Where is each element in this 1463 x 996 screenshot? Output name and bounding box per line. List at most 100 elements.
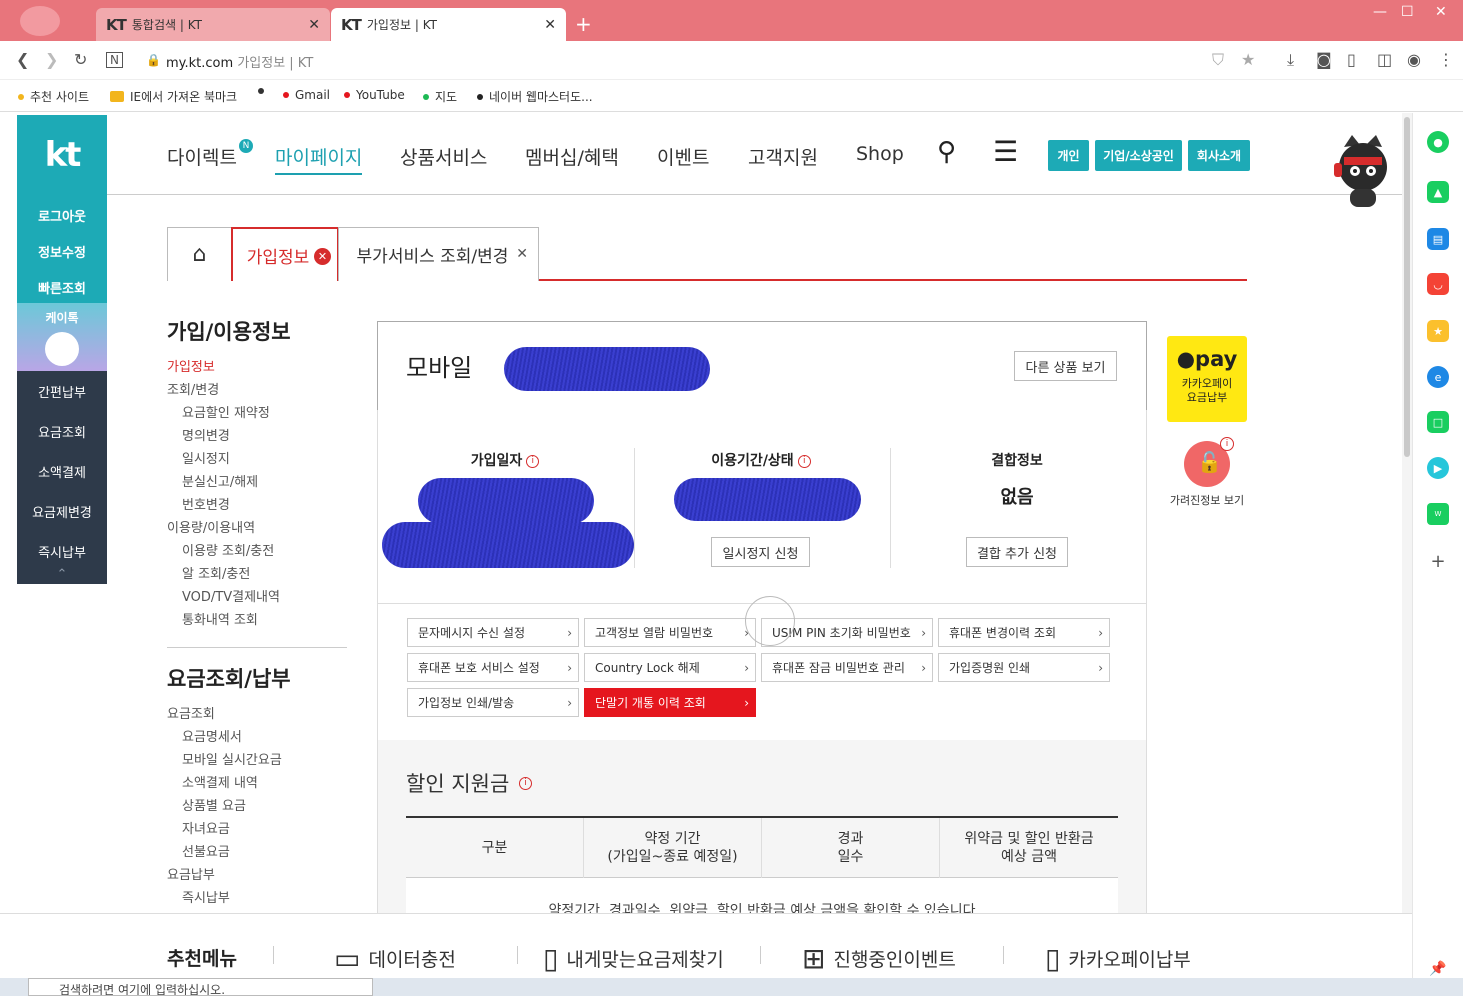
left-menu-item[interactable]: 상품별 요금 — [182, 795, 246, 814]
close-tab-icon[interactable]: ✕ — [314, 248, 331, 265]
bookmark-recommended[interactable]: 추천 사이트 — [18, 88, 89, 105]
add-icon[interactable]: + — [1427, 550, 1449, 572]
kt-logo[interactable]: kt — [17, 115, 107, 195]
left-menu-item[interactable]: 소액결제 내역 — [182, 772, 258, 791]
info-icon[interactable]: i — [797, 454, 811, 468]
browser-tab-search[interactable]: KT 통합검색 | KT ✕ — [96, 8, 330, 41]
info-icon[interactable]: i — [1220, 437, 1234, 451]
bookmark-naver[interactable]: 네이버 웹마스터도... — [477, 88, 593, 105]
nav-membership[interactable]: 멤버십/혜택 — [525, 143, 619, 170]
bookmark-map[interactable]: 지도 — [423, 88, 457, 105]
quick-link-button[interactable]: 문자메시지 수신 설정 › — [407, 618, 579, 647]
company-button[interactable]: 회사소개 — [1188, 140, 1250, 171]
instant-pay-button[interactable]: 즉시납부 — [17, 542, 107, 561]
left-menu-item[interactable]: 가입정보 — [167, 356, 215, 375]
quick-link-button[interactable]: 휴대폰 변경이력 조회 › — [938, 618, 1110, 647]
kakaopay-link[interactable]: ▯ 카카오페이납부 — [1045, 942, 1191, 975]
close-icon[interactable]: ✕ — [544, 17, 556, 33]
quick-link-button[interactable]: 단말기 개통 이력 조회 › — [584, 688, 756, 717]
hamburger-icon[interactable]: ☰ — [993, 135, 1018, 168]
shield-icon[interactable]: ⛉ — [1212, 50, 1224, 70]
bookmark-gmail[interactable]: Gmail — [283, 88, 330, 102]
logout-button[interactable]: 로그아웃 — [17, 206, 107, 225]
left-menu-item[interactable]: 모바일 실시간요금 — [182, 749, 282, 768]
combo-add-button[interactable]: 결합 추가 신청 — [966, 537, 1068, 567]
star-icon[interactable]: ★ — [1241, 50, 1255, 69]
webtoon-icon[interactable]: W — [1427, 503, 1449, 525]
quick-link-button[interactable]: 휴대폰 보호 서비스 설정 › — [407, 653, 579, 682]
left-menu-item[interactable]: 알 조회/충전 — [182, 563, 250, 582]
forward-icon[interactable]: ❯ — [45, 50, 58, 69]
nav-products[interactable]: 상품서비스 — [400, 143, 487, 170]
whale-icon[interactable]: ● — [1427, 131, 1449, 153]
new-tab-button[interactable]: + — [575, 12, 592, 36]
nav-shop[interactable]: Shop — [856, 143, 904, 165]
info-icon[interactable]: i — [519, 777, 532, 790]
quick-link-button[interactable]: 휴대폰 잠금 비밀번호 관리 › — [761, 653, 933, 682]
taskbar-search[interactable]: 검색하려면 여기에 입력하십시오. — [28, 978, 373, 996]
easy-pay-button[interactable]: 간편납부 — [17, 382, 107, 401]
left-menu-item[interactable]: 통화내역 조회 — [182, 609, 258, 628]
event-link[interactable]: ⊞ 진행중인이벤트 — [802, 942, 956, 975]
left-menu-item[interactable]: VOD/TV결제내역 — [182, 586, 280, 605]
info-icon[interactable]: i — [526, 454, 540, 468]
close-icon[interactable]: ✕ — [516, 246, 528, 262]
nav-direct[interactable]: 다이렉트 — [167, 143, 237, 170]
left-menu-item[interactable]: 일시정지 — [182, 448, 230, 467]
business-button[interactable]: 기업/소상공인 — [1095, 140, 1182, 171]
quick-search-button[interactable]: 빠른조회 — [17, 278, 107, 297]
left-menu-item[interactable]: 이용량 조회/충전 — [182, 540, 274, 559]
left-menu-item[interactable]: 명의변경 — [182, 425, 230, 444]
katalk-button[interactable]: 케이톡 — [17, 303, 107, 371]
browser-tab-join-info[interactable]: KT 가입정보 | KT ✕ — [331, 8, 566, 41]
left-menu-item[interactable]: 자녀요금 — [182, 818, 230, 837]
left-menu-item[interactable]: 요금납부 — [167, 864, 215, 883]
reload-icon[interactable]: ↻ — [74, 50, 87, 69]
nav-event[interactable]: 이벤트 — [657, 143, 709, 170]
scrollbar-thumb[interactable] — [1404, 117, 1410, 457]
quick-link-button[interactable]: 가입증명원 인쇄 › — [938, 653, 1110, 682]
bill-inquiry-button[interactable]: 요금조회 — [17, 422, 107, 441]
tab-join-info[interactable]: 가입정보 ✕ — [231, 227, 339, 281]
left-menu-item[interactable]: 분실신고/해제 — [182, 471, 258, 490]
bookmark-ie[interactable]: IE에서 가져온 북마크 — [110, 88, 237, 105]
kakaopay-banner[interactable]: ●pay 카카오페이 요금납부 — [1167, 336, 1247, 422]
left-menu-item[interactable]: 즉시납부 — [182, 887, 230, 906]
plan-change-button[interactable]: 요금제변경 — [17, 502, 107, 521]
sidebar-icon[interactable]: ◫ — [1377, 50, 1392, 69]
url-field[interactable]: my.kt.com 가입정보 | KT — [166, 52, 313, 71]
data-charge-link[interactable]: ▭ 데이터충전 — [334, 942, 456, 975]
unlock-button[interactable]: 🔓 i — [1184, 437, 1234, 487]
home-tab[interactable]: ⌂ — [167, 227, 232, 281]
micro-payment-button[interactable]: 소액결제 — [17, 462, 107, 481]
nav-mypage[interactable]: 마이페이지 — [275, 143, 363, 175]
collapse-up-icon[interactable]: ⌃ — [17, 567, 107, 582]
close-icon[interactable]: ✕ — [308, 17, 320, 33]
quick-link-button[interactable]: 가입정보 인쇄/발송 › — [407, 688, 579, 717]
minimize-icon[interactable]: — — [1373, 4, 1387, 20]
other-product-button[interactable]: 다른 상품 보기 — [1014, 351, 1117, 381]
nav-support[interactable]: 고객지원 — [748, 143, 818, 170]
download-icon[interactable]: ⤓ — [1287, 50, 1294, 70]
bookmark-youtube[interactable]: YouTube — [344, 88, 405, 102]
left-menu-item[interactable]: 이용량/이용내역 — [167, 517, 255, 536]
back-icon[interactable]: ❮ — [16, 50, 29, 69]
tab-addon-service[interactable]: 부가서비스 조회/변경 ✕ — [338, 227, 539, 281]
search-icon[interactable]: ⚲ — [937, 137, 956, 167]
personal-button[interactable]: 개인 — [1048, 140, 1089, 171]
left-menu-item[interactable]: 요금조회 — [167, 703, 215, 722]
left-menu-item[interactable]: 선불요금 — [182, 841, 230, 860]
left-menu-item[interactable]: 요금할인 재약정 — [182, 402, 270, 421]
close-window-icon[interactable]: ✕ — [1435, 4, 1447, 20]
quick-link-button[interactable]: Country Lock 해제 › — [584, 653, 756, 682]
page-scrollbar[interactable] — [1402, 113, 1412, 913]
play-icon[interactable]: ▶ — [1427, 457, 1449, 479]
favorite-icon[interactable]: ★ — [1427, 320, 1449, 342]
mascot-character[interactable] — [1332, 133, 1394, 209]
memo-icon[interactable]: □ — [1427, 411, 1449, 433]
calendar-icon[interactable]: ▤ — [1427, 228, 1449, 250]
profile-icon[interactable]: ◉ — [1407, 50, 1421, 69]
talk-icon[interactable]: ▲ — [1427, 181, 1449, 203]
n-icon[interactable]: N — [106, 52, 123, 68]
left-menu-item[interactable]: 번호변경 — [182, 494, 230, 513]
